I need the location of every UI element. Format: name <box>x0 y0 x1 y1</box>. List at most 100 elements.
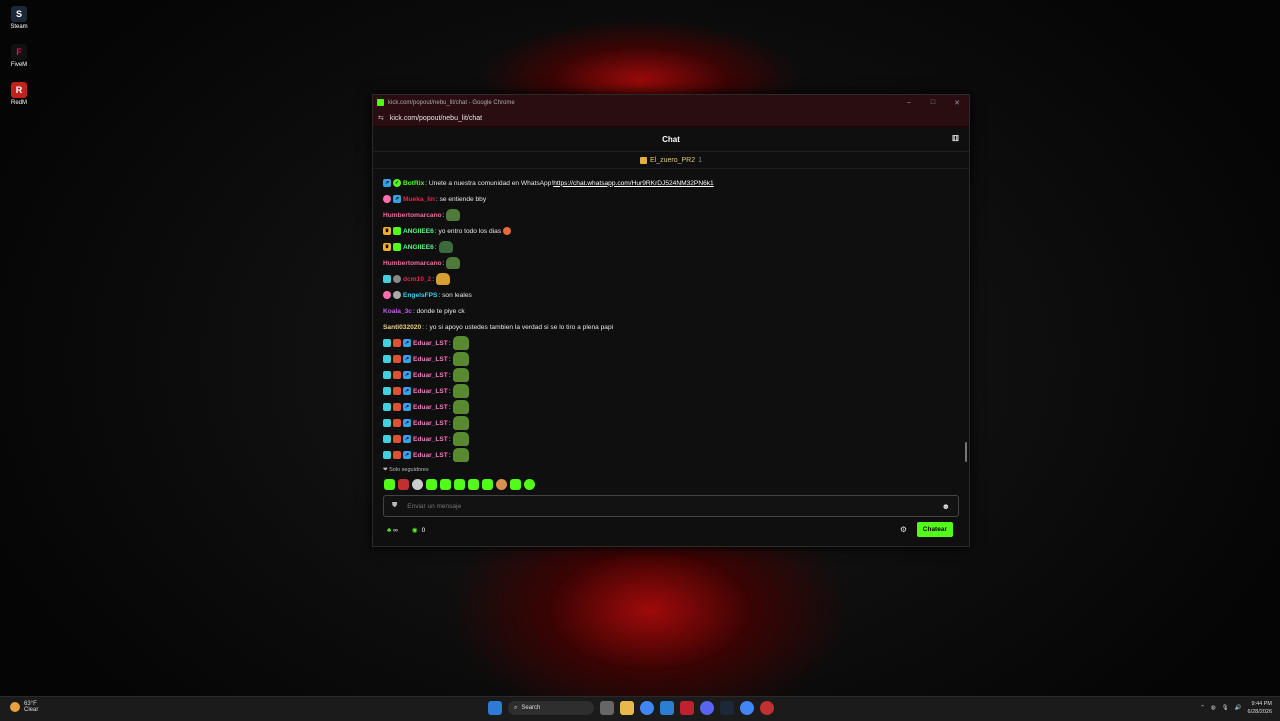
hands-emote-icon <box>436 273 451 285</box>
chat-username[interactable]: Mueka_lin <box>403 196 435 203</box>
outlook-icon[interactable] <box>660 701 674 715</box>
desktop-icon-label: FiveM <box>10 62 28 68</box>
kick-coin-icon[interactable]: ◉ <box>412 526 418 534</box>
chat-username[interactable]: Eduar_LST <box>413 436 448 443</box>
message-input[interactable] <box>405 501 942 511</box>
moon-icon <box>10 702 20 712</box>
weather-widget[interactable]: 63°F Clear <box>10 701 38 713</box>
minimize-icon[interactable]: – <box>897 99 921 106</box>
chat-username[interactable]: Eduar_LST <box>413 388 448 395</box>
pinned-user: El_zuero_PR2 <box>649 156 696 164</box>
send-chat-button[interactable]: Chatear <box>916 522 953 537</box>
followers-only-indicator: ❤ Solo seguidores <box>383 467 429 473</box>
chevron-up-icon[interactable]: ⌃ <box>1200 705 1205 711</box>
address-bar[interactable]: ⇆ kick.com/popout/nebu_lit/chat <box>373 110 969 127</box>
task-view-icon[interactable] <box>600 701 614 715</box>
redm-icon: R <box>11 82 27 98</box>
weather-condition: Clear <box>24 707 39 713</box>
emoji-picker-icon[interactable]: ☻ <box>942 502 950 511</box>
coin-count: 0 <box>421 526 426 534</box>
quick-emote-icon[interactable] <box>510 479 521 490</box>
date: 6/28/2026 <box>1247 709 1272 715</box>
chat-message: Humbertomarcano: <box>383 207 958 223</box>
flame-badge-icon <box>393 387 401 395</box>
mic-icon[interactable]: 🎙 <box>1222 705 1229 711</box>
chat-username[interactable]: BotRix <box>403 180 424 187</box>
quick-emote-icon[interactable] <box>524 479 535 490</box>
network-icon[interactable]: ◍ <box>1211 705 1216 711</box>
chat-scrollbar[interactable] <box>965 442 967 462</box>
close-icon[interactable]: ✕ <box>945 99 969 107</box>
taskbar-apps: ⌕ Search <box>488 701 774 715</box>
desktop-icon-redm[interactable]: R RedM <box>6 82 32 106</box>
chrome-active-icon[interactable] <box>740 701 754 715</box>
chat-username[interactable]: Eduar_LST <box>413 340 448 347</box>
site-settings-icon[interactable]: ⇆ <box>378 114 384 122</box>
quick-emote-icon[interactable] <box>468 479 479 490</box>
start-icon[interactable] <box>488 701 502 715</box>
chat-username[interactable]: Eduar_LST <box>413 452 448 459</box>
clock[interactable]: 9:44 PM 6/28/2026 <box>1248 700 1272 716</box>
quick-emote-icon[interactable] <box>454 479 465 490</box>
chat-username[interactable]: Eduar_LST <box>413 356 448 363</box>
chat-username[interactable]: Eduar_LST <box>413 420 448 427</box>
chat-footer: ♣ ∞ ◉ 0 ⚙ Chatear <box>387 522 961 537</box>
chat-username[interactable]: Eduar_LST <box>413 404 448 411</box>
taskbar-search[interactable]: ⌕ Search <box>508 701 594 715</box>
tv-badge-icon <box>383 451 391 459</box>
quick-emote-icon[interactable] <box>426 479 437 490</box>
desktop-icon-steam[interactable]: S Steam <box>6 6 32 30</box>
frog-emote-icon <box>452 384 469 398</box>
chat-username[interactable]: ANGIIEE6 <box>403 244 434 251</box>
chat-username[interactable]: Koala_3c <box>383 308 412 315</box>
discord-icon[interactable] <box>700 701 714 715</box>
quick-emote-icon[interactable] <box>440 479 451 490</box>
fivem-icon: F <box>11 44 27 60</box>
chat-username[interactable]: EngelsFPS <box>403 292 437 299</box>
app-icon[interactable] <box>760 701 774 715</box>
channel-points-icon[interactable]: ♣ <box>387 527 391 534</box>
quick-emote-icon[interactable] <box>398 479 409 490</box>
chat-text: Unete a nuestra comunidad en WhatsApp! <box>428 179 554 187</box>
chat-messages[interactable]: ↗ ✓ BotRix: Unete a nuestra comunidad en… <box>383 175 958 465</box>
media-app-icon[interactable] <box>680 701 694 715</box>
kick-favicon-icon <box>377 99 384 106</box>
chrome-icon[interactable] <box>640 701 654 715</box>
search-label: Search <box>521 705 541 711</box>
volume-icon[interactable]: 🔊 <box>1235 705 1242 711</box>
quick-emote-icon[interactable] <box>384 479 395 490</box>
file-explorer-icon[interactable] <box>620 701 634 715</box>
chat-text: donde te piye ck <box>416 307 465 315</box>
settings-gear-icon[interactable]: ⚙ <box>900 525 907 534</box>
chat-username[interactable]: Santi032020 <box>383 324 421 331</box>
chat-message: Santi032020: : yo si apoyo ustedes tambi… <box>383 323 614 331</box>
maximize-icon[interactable]: □ <box>921 99 945 106</box>
quick-emote-icon[interactable] <box>482 479 493 490</box>
chat-username[interactable]: ANGIIEE6 <box>403 228 434 235</box>
quick-emote-icon[interactable] <box>412 479 423 490</box>
frog-emote-icon <box>446 209 461 221</box>
pinned-bar[interactable]: El_zuero_PR2 1 <box>373 152 969 169</box>
chat-message: ♛ ANGIIEE6: <box>383 239 958 255</box>
verified-badge-icon: ↗ <box>403 435 411 443</box>
verified-badge-icon: ↗ <box>403 355 411 363</box>
gift-icon[interactable]: ⚅ <box>952 134 959 143</box>
chat-username[interactable]: Eduar_LST <box>413 372 448 379</box>
steam-taskbar-icon[interactable] <box>720 701 734 715</box>
chat-message: Humbertomarcano: <box>383 255 958 271</box>
verified-badge-icon: ↗ <box>403 419 411 427</box>
chat-message: ♛ ANGIIEE6: yo entro todo los dias <box>383 223 958 239</box>
chat-username[interactable]: Humbertomarcano <box>383 260 442 267</box>
chat-text: se entiende bby <box>439 195 487 203</box>
message-input-box[interactable]: ⛊ ☻ <box>383 495 959 517</box>
chat-username[interactable]: Humbertomarcano <box>383 212 442 219</box>
chat-username[interactable]: dcm10_2 <box>403 276 431 283</box>
bot-badge-icon: ✓ <box>393 179 401 187</box>
chat-message: ↗ Eduar_LST: <box>383 447 958 463</box>
desktop-icon-fivem[interactable]: F FiveM <box>6 44 32 68</box>
tv-badge-icon <box>383 371 391 379</box>
whatsapp-link[interactable]: https://chat.whatsapp.com/Hur9RKrDJ524NM… <box>553 180 714 187</box>
chat-text: son leales <box>442 291 472 299</box>
followers-only-label: Solo seguidores <box>389 467 429 473</box>
quick-emote-icon[interactable] <box>496 479 507 490</box>
